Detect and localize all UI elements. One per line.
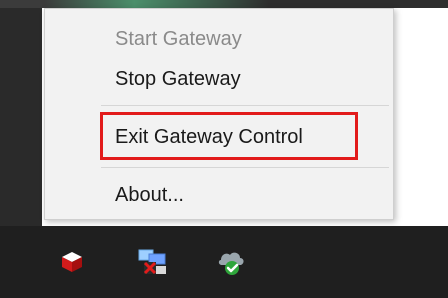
menu-item-stop-gateway[interactable]: Stop Gateway (45, 61, 393, 97)
menu-item-start-gateway-label: Start Gateway (115, 27, 242, 50)
gateway-control-icon[interactable] (54, 244, 90, 280)
window-edge-strip (0, 0, 448, 8)
menu-item-about[interactable]: About... (45, 177, 393, 213)
menu-separator (101, 167, 389, 168)
menu-item-stop-gateway-label: Stop Gateway (115, 67, 241, 90)
menu-item-about-label: About... (115, 183, 184, 206)
menu-item-start-gateway[interactable]: Start Gateway (45, 21, 393, 57)
network-connection-icon[interactable] (134, 244, 170, 280)
highlight-box (100, 112, 358, 160)
menu-separator (101, 105, 389, 106)
cloud-sync-icon[interactable] (212, 244, 248, 280)
